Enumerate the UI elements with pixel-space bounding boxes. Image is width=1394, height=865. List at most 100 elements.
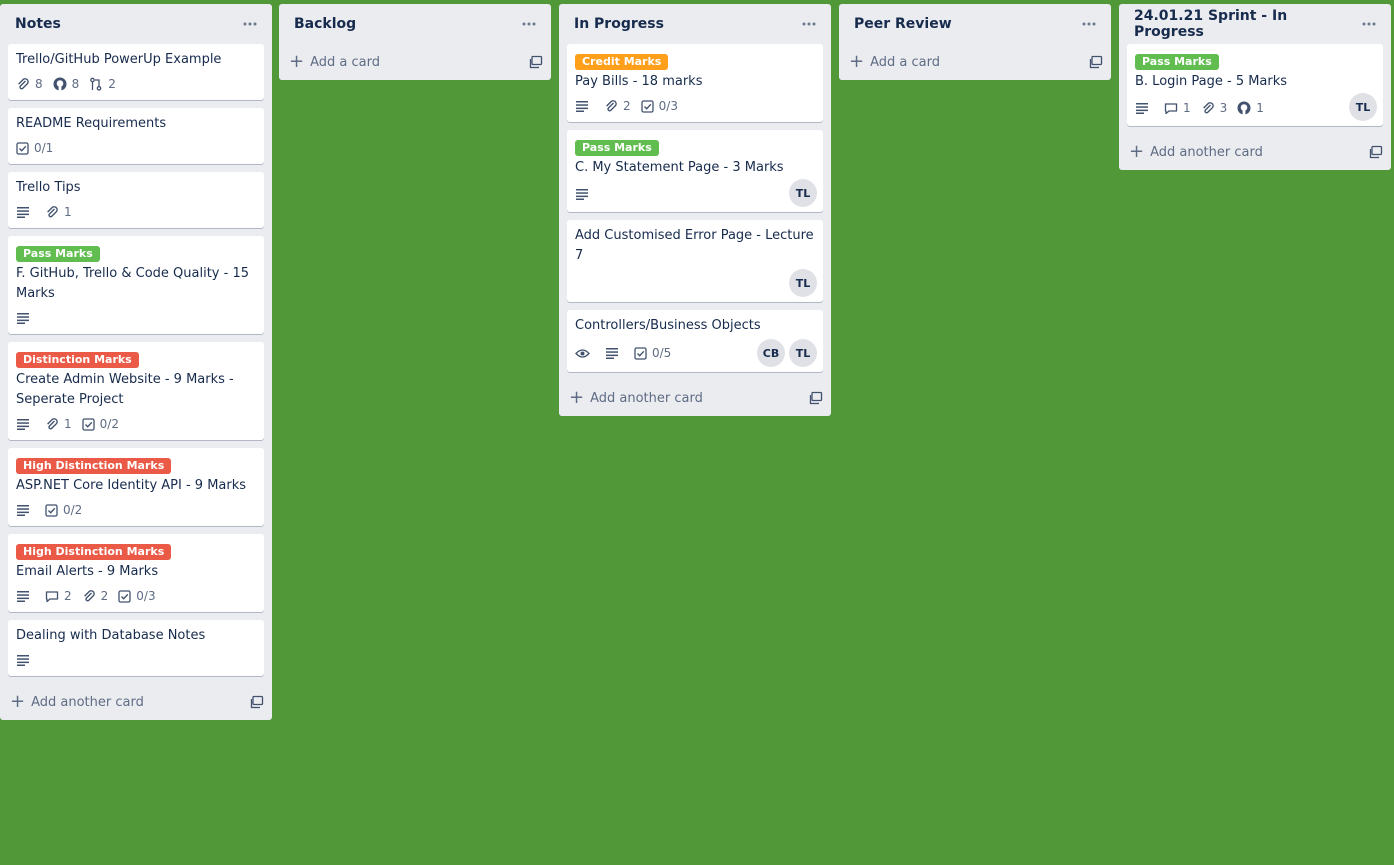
card-template-icon[interactable] (1369, 145, 1383, 159)
list-title[interactable]: 24.01.21 Sprint - In Progress (1134, 8, 1356, 40)
avatar[interactable]: TL (789, 179, 817, 207)
add-card-label: Add a card (310, 54, 380, 70)
card-title: Controllers/Business Objects (575, 318, 761, 333)
card[interactable]: Pass Marks F. GitHub, Trello & Code Qual… (8, 236, 264, 334)
github-count: 8 (71, 77, 80, 91)
add-card-button[interactable]: + Add another card (559, 380, 831, 416)
description-badge (16, 206, 35, 218)
list-header[interactable]: Peer Review (839, 4, 1111, 44)
list-title[interactable]: Notes (15, 16, 61, 32)
add-card-label: Add another card (31, 694, 144, 710)
checklist-icon (81, 417, 95, 431)
description-badge (16, 312, 35, 324)
add-card-button[interactable]: + Add another card (1119, 134, 1391, 170)
card[interactable]: Credit Marks Pay Bills - 18 marks 2 0/3 (567, 44, 823, 122)
card[interactable]: Dealing with Database Notes (8, 620, 264, 676)
list-header[interactable]: 24.01.21 Sprint - In Progress (1119, 4, 1391, 44)
list-header[interactable]: Notes (0, 4, 272, 44)
card-title: Dealing with Database Notes (16, 628, 206, 643)
paperclip-icon (47, 418, 58, 430)
description-icon (17, 207, 29, 218)
attachment-count: 1 (64, 417, 72, 431)
card-template-icon[interactable] (1089, 55, 1103, 69)
pull-request-badge: 2 (89, 77, 116, 91)
comment-icon (1164, 102, 1178, 114)
more-icon[interactable] (795, 10, 823, 38)
card-title: Trello/GitHub PowerUp Example (16, 52, 222, 67)
card[interactable]: Trello/GitHub PowerUp Example 8 8 2 (8, 44, 264, 100)
github-badge: 1 (1237, 101, 1264, 115)
add-card-label: Add another card (1150, 144, 1263, 160)
add-card-button[interactable]: + Add another card (0, 684, 272, 720)
card-template-icon[interactable] (529, 55, 543, 69)
card-label: High Distinction Marks (16, 458, 172, 474)
card-label: Credit Marks (575, 54, 669, 70)
card[interactable]: Pass Marks C. My Statement Page - 3 Mark… (567, 130, 823, 212)
paperclip-icon (606, 100, 617, 112)
card[interactable]: High Distinction Marks Email Alerts - 9 … (8, 534, 264, 612)
attachment-count: 8 (35, 77, 43, 91)
card[interactable]: High Distinction Marks ASP.NET Core Iden… (8, 448, 264, 526)
description-icon (17, 591, 29, 602)
github-badge: 8 (53, 77, 80, 91)
github-count: 1 (1256, 101, 1264, 115)
comment-icon (45, 590, 59, 602)
checklist-icon (634, 346, 647, 360)
card[interactable]: Controllers/Business Objects 0/5 CB TL (567, 310, 823, 372)
list-sprint-in-progress: 24.01.21 Sprint - In Progress Pass Marks… (1119, 4, 1391, 170)
card-template-icon[interactable] (250, 695, 264, 709)
description-icon (606, 348, 618, 359)
card[interactable]: README Requirements 0/1 (8, 108, 264, 164)
more-icon[interactable] (1356, 10, 1383, 38)
card-title: C. My Statement Page - 3 Marks (575, 160, 784, 175)
card-title: F. GitHub, Trello & Code Quality - 15 Ma… (16, 266, 249, 301)
add-card-label: Add a card (870, 54, 940, 70)
more-icon[interactable] (236, 10, 264, 38)
card-title: Create Admin Website - 9 Marks - Seperat… (16, 372, 234, 407)
checklist-badge: 0/2 (81, 417, 119, 431)
pull-request-icon (90, 77, 102, 91)
card-title: Pay Bills - 18 marks (575, 74, 703, 89)
watch-badge (575, 348, 595, 359)
avatar[interactable]: CB (757, 339, 785, 367)
list-peer-review: Peer Review + Add a card (839, 4, 1111, 80)
add-card-button[interactable]: + Add a card (839, 44, 1111, 80)
more-icon[interactable] (1075, 10, 1103, 38)
list-notes: Notes Trello/GitHub PowerUp Example 8 8 … (0, 4, 272, 720)
list-title[interactable]: Peer Review (854, 16, 952, 32)
checklist-icon (45, 503, 58, 517)
card[interactable]: Distinction Marks Create Admin Website -… (8, 342, 264, 440)
comment-badge: 1 (1164, 101, 1191, 115)
description-badge (16, 654, 35, 666)
card-label: Pass Marks (16, 246, 100, 262)
card-template-icon[interactable] (809, 391, 823, 405)
card-title: README Requirements (16, 116, 167, 131)
description-badge (16, 504, 35, 516)
github-icon (1237, 101, 1251, 115)
attachment-badge: 8 (16, 77, 43, 91)
add-card-label: Add another card (590, 390, 703, 406)
checklist-icon (16, 141, 29, 155)
card-label: Distinction Marks (16, 352, 139, 368)
avatar[interactable]: TL (1349, 93, 1377, 121)
pull-request-count: 2 (108, 77, 116, 91)
card-title: Email Alerts - 9 Marks (16, 564, 159, 579)
avatar[interactable]: TL (789, 339, 817, 367)
checklist-badge: 0/2 (45, 503, 82, 517)
add-card-button[interactable]: + Add a card (279, 44, 551, 80)
list-header[interactable]: In Progress (559, 4, 831, 44)
github-icon (53, 77, 67, 91)
list-title[interactable]: In Progress (574, 16, 664, 32)
checklist-badge: 0/3 (640, 99, 678, 113)
attachment-badge: 3 (1201, 101, 1227, 115)
list-header[interactable]: Backlog (279, 4, 551, 44)
list-title[interactable]: Backlog (294, 16, 356, 32)
attachment-badge: 1 (45, 205, 72, 219)
card[interactable]: Trello Tips 1 (8, 172, 264, 228)
card[interactable]: Pass Marks B. Login Page - 5 Marks 1 3 1… (1127, 44, 1383, 126)
attachment-count: 2 (623, 99, 631, 113)
avatar[interactable]: TL (789, 269, 817, 297)
card[interactable]: Add Customised Error Page - Lecture 7 TL (567, 220, 823, 302)
more-icon[interactable] (515, 10, 543, 38)
card-label: Pass Marks (1135, 54, 1219, 70)
